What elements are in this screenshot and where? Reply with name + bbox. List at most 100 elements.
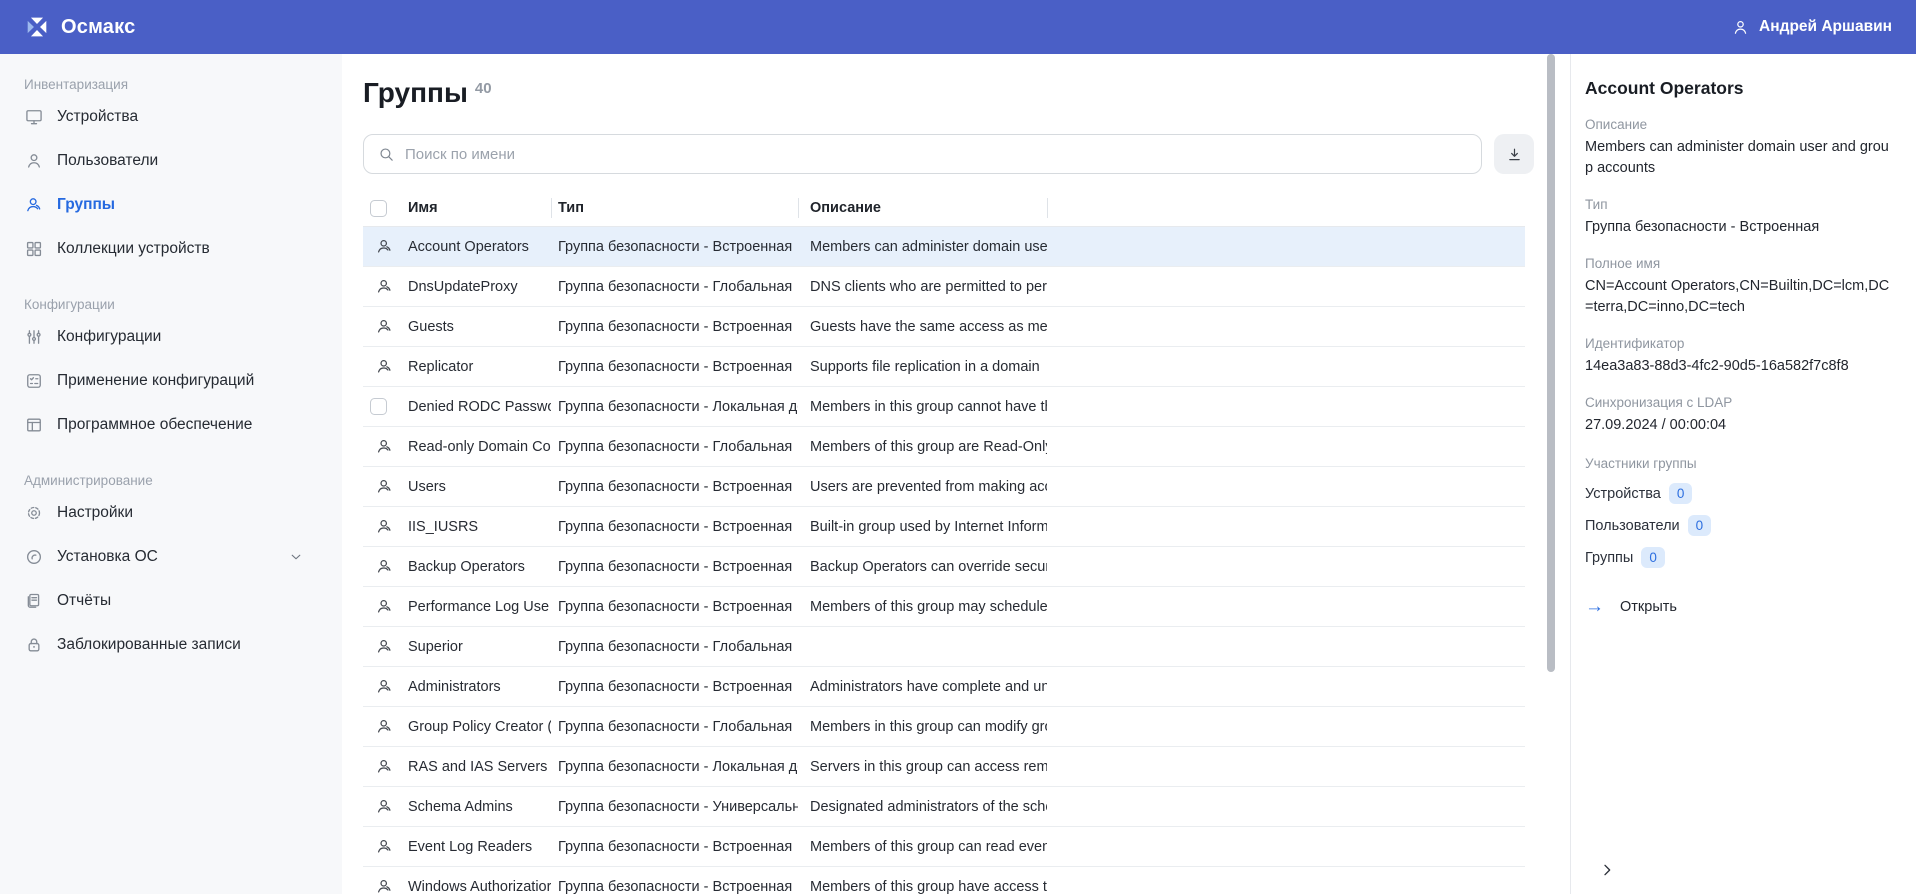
open-link[interactable]: → Открыть	[1585, 597, 1892, 616]
download-button[interactable]	[1494, 134, 1534, 174]
details-fields: Описание Members can administer domain u…	[1585, 115, 1892, 436]
table-row[interactable]: Account Operators Группа безопасности - …	[363, 227, 1525, 267]
details-panel: Account Operators Описание Members can a…	[1570, 54, 1916, 894]
row-description: Guests have the same access as mem	[798, 319, 1047, 335]
row-type: Группа безопасности - Глобальная	[551, 719, 798, 735]
vertical-scrollbar[interactable]	[1547, 54, 1555, 672]
table-row[interactable]: Backup Operators Группа безопасности - В…	[363, 547, 1525, 587]
search-input[interactable]	[405, 146, 1467, 163]
table-body: Account Operators Группа безопасности - …	[363, 227, 1525, 894]
table-header-row: Имя Тип Описание	[363, 190, 1525, 227]
row-name: Account Operators	[406, 239, 551, 255]
table-row[interactable]: Performance Log Use Группа безопасности …	[363, 587, 1525, 627]
member-row: Группы 0	[1585, 546, 1892, 569]
sidebar-item-devices[interactable]: Устройства	[24, 95, 342, 139]
sidebar-item-users[interactable]: Пользователи	[24, 139, 342, 183]
row-type: Группа безопасности - Встроенная	[551, 319, 798, 335]
group-icon	[375, 797, 394, 816]
group-icon	[375, 597, 394, 616]
sidebar-item-label: Отчёты	[57, 592, 111, 610]
group-icon	[375, 837, 394, 856]
page-title: Группы40	[363, 76, 1570, 110]
member-count-badge: 0	[1688, 515, 1712, 536]
brand-name: Осмакс	[61, 16, 135, 39]
row-description: Members in this group cannot have the	[798, 399, 1047, 415]
column-header-description: Описание	[798, 190, 1047, 226]
sidebar-item-reports[interactable]: Отчёты	[24, 579, 342, 623]
table-row[interactable]: Administrators Группа безопасности - Вст…	[363, 667, 1525, 707]
sliders-icon	[24, 327, 44, 347]
member-count-badge: 0	[1641, 547, 1665, 568]
search-box	[363, 134, 1482, 174]
sidebar-section-label: Конфигурации	[24, 295, 342, 315]
row-description: Servers in this group can access remo	[798, 759, 1047, 775]
details-field: Полное имя CN=Account Operators,CN=Built…	[1585, 254, 1892, 318]
table-row[interactable]: Schema Admins Группа безопасности - Унив…	[363, 787, 1525, 827]
row-description: Administrators have complete and unr	[798, 679, 1047, 695]
row-name: Administrators	[406, 679, 551, 695]
row-name: Event Log Readers	[406, 839, 551, 855]
details-field-label: Тип	[1585, 195, 1892, 214]
report-icon	[24, 591, 44, 611]
brand: Осмакс	[24, 14, 135, 40]
table-row[interactable]: Superior Группа безопасности - Глобальна…	[363, 627, 1525, 667]
details-field: Тип Группа безопасности - Встроенная	[1585, 195, 1892, 238]
column-header-empty	[1047, 190, 1525, 226]
members-section: Участники группы Устройства 0 Пользовате…	[1585, 454, 1892, 569]
table-row[interactable]: DnsUpdateProxy Группа безопасности - Гло…	[363, 267, 1525, 307]
row-type: Группа безопасности - Универсальна	[551, 799, 798, 815]
sidebar-item-config-apply[interactable]: Применение конфигураций	[24, 359, 342, 403]
sidebar-item-label: Конфигурации	[57, 328, 161, 346]
table-row[interactable]: Denied RODC Passwo Группа безопасности -…	[363, 387, 1525, 427]
collapse-panel-button[interactable]	[1593, 856, 1621, 884]
sidebar-item-os-install[interactable]: Установка ОС	[24, 535, 342, 579]
user-menu[interactable]: Андрей Аршавин	[1731, 18, 1892, 37]
table-row[interactable]: RAS and IAS Servers Группа безопасности …	[363, 747, 1525, 787]
sidebar-item-label: Устройства	[57, 108, 138, 126]
row-name: RAS and IAS Servers	[406, 759, 551, 775]
table-row[interactable]: Guests Группа безопасности - Встроенная …	[363, 307, 1525, 347]
select-all-checkbox[interactable]	[370, 200, 387, 217]
sidebar-item-configurations[interactable]: Конфигурации	[24, 315, 342, 359]
sidebar-section-label: Инвентаризация	[24, 75, 342, 95]
table-row[interactable]: Group Policy Creator ( Группа безопаснос…	[363, 707, 1525, 747]
sidebar-item-software[interactable]: Программное обеспечение	[24, 403, 342, 447]
table-row[interactable]: Event Log Readers Группа безопасности - …	[363, 827, 1525, 867]
details-field-value: Members can administer domain user and g…	[1585, 137, 1892, 179]
checklist-icon	[24, 371, 44, 391]
grid-icon	[24, 239, 44, 259]
open-label: Открыть	[1620, 599, 1677, 615]
table-row[interactable]: Replicator Группа безопасности - Встроен…	[363, 347, 1525, 387]
brand-logo-icon	[24, 14, 50, 40]
sidebar-item-label: Группы	[57, 196, 115, 214]
row-type: Группа безопасности - Глобальная	[551, 439, 798, 455]
table-row[interactable]: Read-only Domain Co Группа безопасности …	[363, 427, 1525, 467]
row-name: Windows Authorizatior	[406, 879, 551, 894]
sidebar-item-device-collections[interactable]: Коллекции устройств	[24, 227, 342, 271]
gear-icon	[24, 503, 44, 523]
details-field-value: Группа безопасности - Встроенная	[1585, 217, 1892, 238]
sidebar-nav: Инвентаризация Устройства Пользователи Г…	[24, 75, 342, 667]
table-row[interactable]: IIS_IUSRS Группа безопасности - Встроенн…	[363, 507, 1525, 547]
column-header-type: Тип	[551, 190, 798, 226]
row-type: Группа безопасности - Встроенная	[551, 359, 798, 375]
download-icon	[1506, 146, 1523, 163]
row-checkbox[interactable]	[370, 398, 387, 415]
table-row[interactable]: Users Группа безопасности - Встроенная U…	[363, 467, 1525, 507]
sidebar-item-settings[interactable]: Настройки	[24, 491, 342, 535]
sidebar-section: Конфигурации Конфигурации Применение кон…	[24, 295, 342, 447]
group-icon	[375, 637, 394, 656]
row-name: Denied RODC Passwo	[406, 399, 551, 415]
row-name: Schema Admins	[406, 799, 551, 815]
table-row[interactable]: Windows Authorizatior Группа безопасност…	[363, 867, 1525, 894]
disc-icon	[24, 547, 44, 567]
row-type: Группа безопасности - Глобальная	[551, 639, 798, 655]
row-description: Backup Operators can override securit	[798, 559, 1047, 575]
sidebar-item-locked-accounts[interactable]: Заблокированные записи	[24, 623, 342, 667]
row-name: Users	[406, 479, 551, 495]
group-icon	[375, 517, 394, 536]
sidebar-item-groups[interactable]: Группы	[24, 183, 342, 227]
row-type: Группа безопасности - Встроенная	[551, 479, 798, 495]
details-title: Account Operators	[1585, 78, 1892, 99]
users-icon	[24, 195, 44, 215]
